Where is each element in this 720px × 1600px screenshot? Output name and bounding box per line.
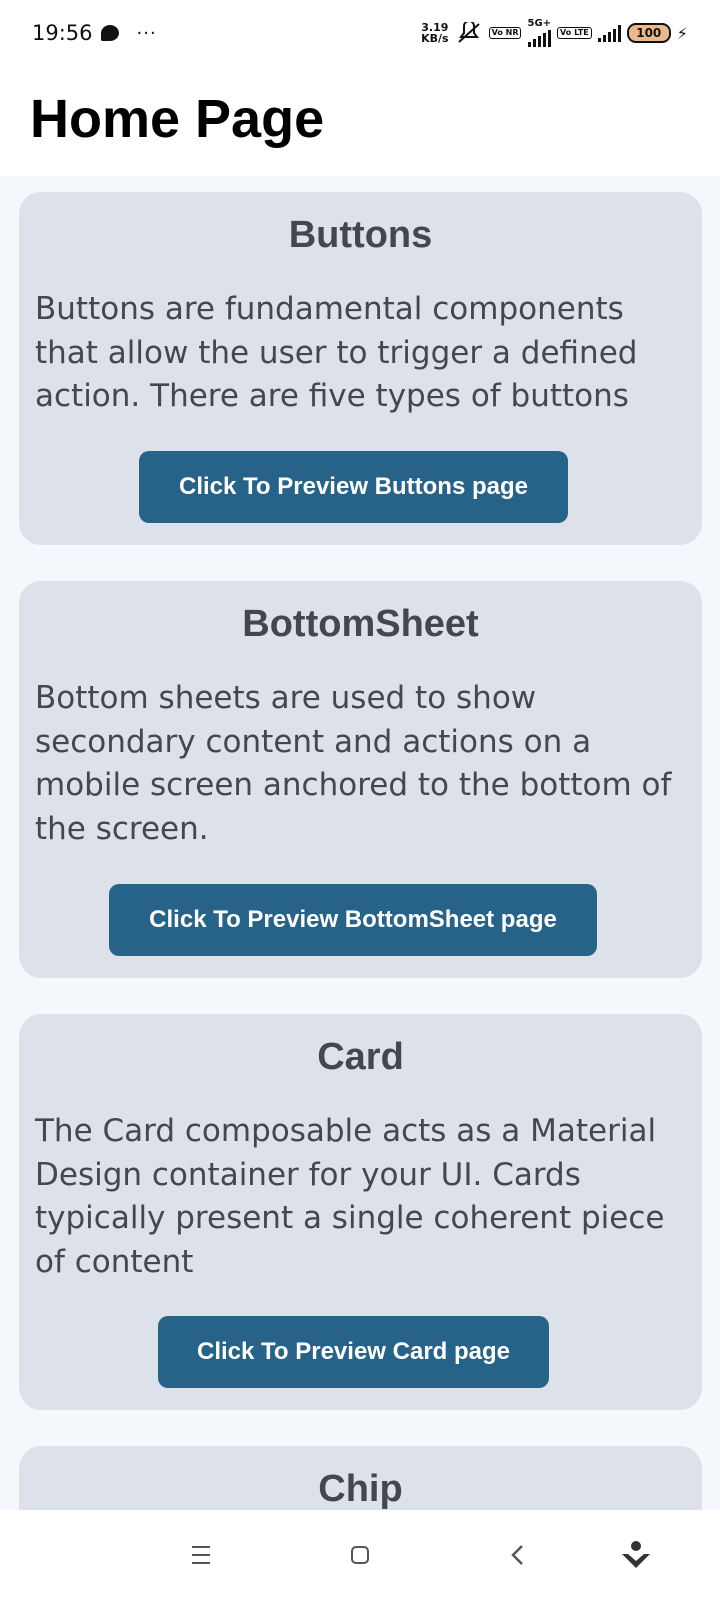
network-type: 5G+ [527,19,551,47]
card-chip: Chip [19,1446,702,1510]
status-right: 3.19 KB/s Vo NR 5G+ Vo LTE 100 ⚡ [421,19,688,47]
preview-buttons-button[interactable]: Click To Preview Buttons page [139,451,568,523]
app-header: Home Page [0,66,720,176]
battery-icon: 100 [626,23,671,43]
charging-icon: ⚡ [676,23,688,43]
volte-badge: Vo LTE [557,27,592,39]
back-icon[interactable] [505,1510,529,1600]
status-overflow: ··· [136,22,157,44]
preview-card-button[interactable]: Click To Preview Card page [158,1316,549,1388]
card-description: Buttons are fundamental components that … [35,291,638,414]
battery-level: 100 [636,26,662,40]
card-card: Card The Card composable acts as a Mater… [19,1014,702,1410]
card-title: Buttons [288,214,433,256]
card-description: The Card composable acts as a Material D… [35,1113,665,1280]
card-description: Bottom sheets are used to show secondary… [35,680,672,847]
home-icon[interactable] [348,1510,372,1600]
vonr-badge: Vo NR [488,27,522,39]
card-bottomsheet: BottomSheet Bottom sheets are used to sh… [19,581,702,978]
card-buttons: Buttons Buttons are fundamental componen… [19,192,702,545]
page-title: Home Page [30,89,325,149]
card-title: Card [317,1036,404,1078]
network-speed-unit: KB/s [421,32,449,45]
chat-bubble-icon [100,25,119,41]
network-type-label: 5G+ [527,18,552,29]
preview-bottomsheet-button[interactable]: Click To Preview BottomSheet page [109,884,597,956]
card-title: Chip [318,1468,403,1510]
mute-icon [457,22,480,43]
signal-icon [527,29,551,47]
card-title: BottomSheet [242,603,479,645]
assistant-icon[interactable] [616,1510,656,1600]
menu-icon[interactable] [186,1510,216,1600]
network-speed: 3.19 KB/s [421,22,448,44]
status-bar: 19:56 ··· 3.19 KB/s Vo NR 5G+ Vo LTE 100… [0,0,720,66]
component-list[interactable]: Buttons Buttons are fundamental componen… [0,176,720,1510]
signal-icon-2 [597,24,621,42]
system-nav-bar [0,1510,720,1600]
status-time: 19:56 [32,21,93,45]
